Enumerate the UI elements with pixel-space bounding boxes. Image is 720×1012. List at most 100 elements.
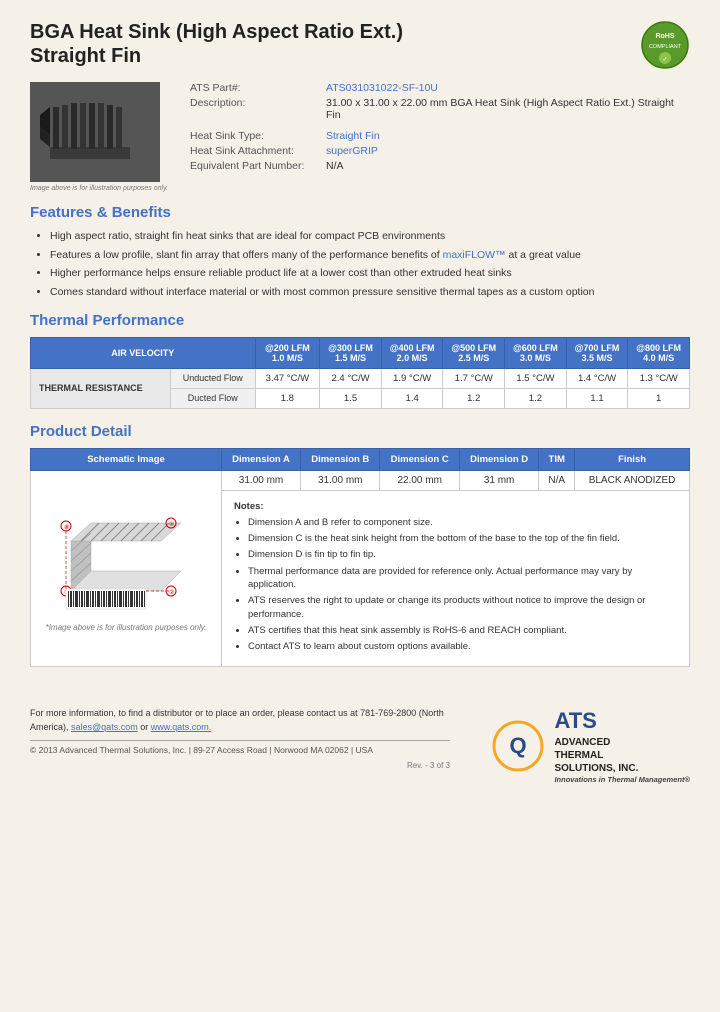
ats-logo: Q ATS ADVANCED THERMAL SOLUTIONS, INC. I…: [491, 707, 690, 784]
page-number: Rev. - 3 of 3: [30, 761, 450, 770]
part-value: ATS031031022-SF-10U: [326, 82, 438, 94]
schematic-image-cell: ① ② ③ ④: [31, 470, 222, 667]
footer-copyright: © 2013 Advanced Thermal Solutions, Inc. …: [30, 740, 450, 755]
product-image-box: [30, 82, 160, 182]
note-item: ATS certifies that this heat sink assemb…: [248, 624, 677, 637]
col-dim-d: Dimension D: [459, 448, 538, 470]
col-600: @600 LFM3.0 M/S: [505, 337, 567, 368]
spec-equiv-part: Equivalent Part Number: N/A: [190, 160, 690, 172]
col-700: @700 LFM3.5 M/S: [566, 337, 628, 368]
svg-text:Q: Q: [510, 733, 527, 758]
title-line1: BGA Heat Sink (High Aspect Ratio Ext.): [30, 21, 403, 43]
features-section: Features & Benefits High aspect ratio, s…: [30, 204, 690, 300]
col-schematic: Schematic Image: [31, 448, 222, 470]
features-list: High aspect ratio, straight fin heat sin…: [30, 229, 690, 300]
desc-value: 31.00 x 31.00 x 22.00 mm BGA Heat Sink (…: [326, 97, 690, 121]
val-d-500: 1.2: [443, 388, 505, 408]
product-detail-table: Schematic Image Dimension A Dimension B …: [30, 448, 690, 668]
note-item: Thermal performance data are provided fo…: [248, 565, 677, 592]
note-item: Dimension A and B refer to component siz…: [248, 516, 677, 529]
ats-name-line1: ADVANCED: [554, 736, 690, 749]
product-title: BGA Heat Sink (High Aspect Ratio Ext.) S…: [30, 20, 403, 68]
col-500: @500 LFM2.5 M/S: [443, 337, 505, 368]
svg-text:RoHS: RoHS: [655, 33, 674, 40]
product-image-note: Image above is for illustration purposes…: [30, 185, 170, 192]
val-u-600: 1.5 °C/W: [505, 368, 567, 388]
thermal-unducted-row: THERMAL RESISTANCE Unducted Flow 3.47 °C…: [31, 368, 690, 388]
page-header: BGA Heat Sink (High Aspect Ratio Ext.) S…: [30, 20, 690, 70]
note-item: ATS reserves the right to update or chan…: [248, 594, 677, 621]
footer-contact: For more information, to find a distribu…: [30, 707, 450, 734]
dim-c-value: 22.00 mm: [380, 470, 459, 490]
attach-label: Heat Sink Attachment:: [190, 145, 320, 157]
footer-section: For more information, to find a distribu…: [30, 697, 690, 784]
val-d-600: 1.2: [505, 388, 567, 408]
notes-list: Dimension A and B refer to component siz…: [234, 516, 677, 654]
email-link[interactable]: sales@qats.com: [71, 722, 138, 732]
val-u-200: 3.47 °C/W: [255, 368, 320, 388]
tim-value: N/A: [539, 470, 575, 490]
col-800: @800 LFM4.0 M/S: [628, 337, 690, 368]
spec-part-number: ATS Part#: ATS031031022-SF-10U: [190, 82, 690, 94]
hs-type-label: Heat Sink Type:: [190, 130, 320, 142]
note-item: Dimension D is fin tip to fin tip.: [248, 548, 677, 561]
ats-tagline: Innovations in Thermal Management®: [554, 775, 690, 785]
col-dim-c: Dimension C: [380, 448, 459, 470]
product-detail-section: Product Detail Schematic Image Dimension…: [30, 423, 690, 668]
feature-item: Higher performance helps ensure reliable…: [50, 266, 690, 281]
or-text: or: [140, 722, 148, 732]
page-container: BGA Heat Sink (High Aspect Ratio Ext.) S…: [0, 0, 720, 805]
heatsink-illustration: [35, 87, 155, 177]
feature-item: Features a low profile, slant fin array …: [50, 248, 690, 263]
product-info-section: Image above is for illustration purposes…: [30, 82, 690, 192]
desc-label: Description:: [190, 97, 320, 121]
val-u-300: 2.4 °C/W: [320, 368, 382, 388]
val-u-800: 1.3 °C/W: [628, 368, 690, 388]
product-image-area: Image above is for illustration purposes…: [30, 82, 170, 192]
ducted-label: Ducted Flow: [171, 388, 256, 408]
schematic-note: *Image above is for illustration purpose…: [46, 623, 207, 632]
val-u-400: 1.9 °C/W: [381, 368, 443, 388]
finish-value: BLACK ANODIZED: [575, 470, 690, 490]
val-d-300: 1.5: [320, 388, 382, 408]
part-label: ATS Part#:: [190, 82, 320, 94]
website-link[interactable]: www.qats.com.: [151, 722, 212, 732]
copyright-text: © 2013 Advanced Thermal Solutions, Inc. …: [30, 745, 373, 755]
svg-text:②: ②: [169, 589, 174, 596]
val-u-700: 1.4 °C/W: [566, 368, 628, 388]
schematic-svg: ① ② ③ ④: [41, 481, 211, 621]
ats-logo-text: ATS ADVANCED THERMAL SOLUTIONS, INC. Inn…: [554, 707, 690, 784]
col-dim-a: Dimension A: [222, 448, 301, 470]
col-400: @400 LFM2.0 M/S: [381, 337, 443, 368]
feature-item: Comes standard without interface materia…: [50, 285, 690, 300]
thermal-section: Thermal Performance AIR VELOCITY @200 LF…: [30, 312, 690, 409]
col-tim: TIM: [539, 448, 575, 470]
dim-b-value: 31.00 mm: [301, 470, 380, 490]
col-200: @200 LFM1.0 M/S: [255, 337, 320, 368]
maxiflow-link[interactable]: maxiFLOW™: [443, 249, 506, 261]
ats-name-line3: SOLUTIONS, INC.: [554, 762, 690, 775]
rohs-badge: RoHS COMPLIANT ✓: [640, 20, 690, 70]
feature-item: High aspect ratio, straight fin heat sin…: [50, 229, 690, 244]
air-velocity-header: AIR VELOCITY: [31, 337, 256, 368]
notes-title: Notes:: [234, 501, 677, 512]
spec-attachment: Heat Sink Attachment: superGRIP: [190, 145, 690, 157]
col-dim-b: Dimension B: [301, 448, 380, 470]
footer-left: For more information, to find a distribu…: [30, 707, 450, 770]
ats-name-line2: THERMAL: [554, 749, 690, 762]
unducted-label: Unducted Flow: [171, 368, 256, 388]
attach-value: superGRIP: [326, 145, 378, 157]
detail-data-row: ① ② ③ ④: [31, 470, 690, 490]
svg-text:✓: ✓: [662, 57, 667, 63]
ats-q-logo: Q: [491, 719, 546, 774]
equiv-value: N/A: [326, 160, 344, 172]
svg-text:COMPLIANT: COMPLIANT: [649, 44, 682, 50]
col-finish: Finish: [575, 448, 690, 470]
spec-heatsink-type: Heat Sink Type: Straight Fin: [190, 130, 690, 142]
schematic-container: ① ② ③ ④: [41, 481, 211, 632]
product-specs: ATS Part#: ATS031031022-SF-10U Descripti…: [190, 82, 690, 192]
notes-section: Notes: Dimension A and B refer to compon…: [228, 495, 683, 663]
val-u-500: 1.7 °C/W: [443, 368, 505, 388]
note-item: Contact ATS to learn about custom option…: [248, 640, 677, 653]
col-300: @300 LFM1.5 M/S: [320, 337, 382, 368]
